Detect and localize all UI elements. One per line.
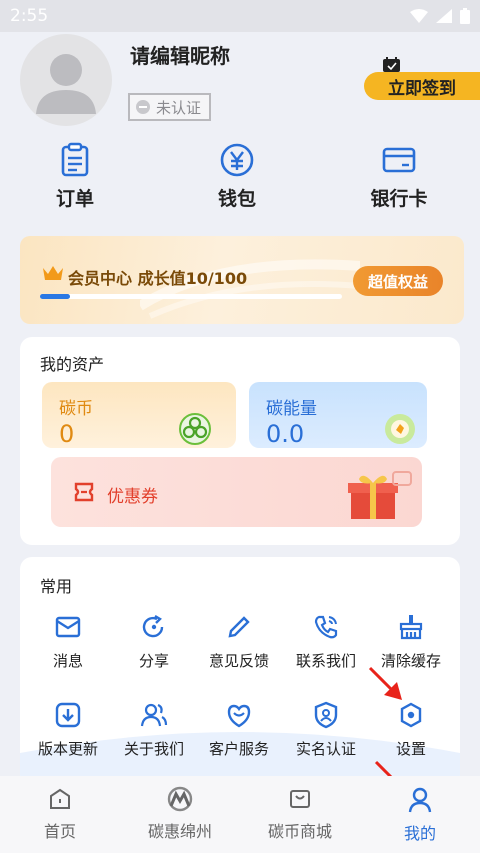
signin-button[interactable]: 立即签到 [364, 72, 480, 100]
calendar-check-icon [383, 57, 400, 72]
tab-home-label: 首页 [43, 822, 76, 841]
default-avatar-icon [36, 54, 96, 114]
clipboard-icon [61, 142, 89, 177]
contact-us-label: 联系我们 [295, 652, 356, 670]
status-bar: 2:55 [0, 0, 480, 32]
clear-cache-button[interactable]: 清除缓存 [367, 613, 455, 671]
about-us-button[interactable]: 关于我们 [110, 701, 198, 759]
real-name-auth-label: 实名认证 [295, 740, 356, 758]
mail-icon [55, 616, 81, 638]
version-update-label: 版本更新 [37, 740, 98, 758]
feedback-label: 意见反馈 [208, 652, 269, 670]
phone-icon [314, 615, 338, 639]
member-growth-text: 会员中心 成长值10/100 [68, 269, 248, 288]
coupon-icon [74, 482, 94, 502]
crown-icon [43, 266, 63, 280]
annotation-arrow-settings [368, 666, 402, 700]
coupon-box[interactable]: 优惠券 [51, 457, 422, 527]
unverified-icon [136, 100, 150, 114]
carbon-coin-value: 0 [59, 420, 75, 448]
status-time: 2:55 [10, 6, 49, 26]
avatar[interactable] [20, 34, 112, 126]
broom-icon [399, 615, 423, 640]
version-update-button[interactable]: 版本更新 [24, 701, 112, 759]
coupon-label: 优惠券 [107, 487, 158, 507]
feedback-button[interactable]: 意见反馈 [195, 613, 283, 671]
customer-service-label: 客户服务 [208, 740, 269, 758]
share-icon [142, 614, 164, 638]
wifi-icon [410, 9, 428, 23]
nickname[interactable]: 请编辑昵称 [130, 40, 230, 69]
carbon-coin-icon [179, 413, 211, 445]
about-us-label: 关于我们 [123, 740, 184, 758]
yen-coin-icon [220, 143, 254, 177]
settings-label: 设置 [395, 740, 426, 758]
customer-service-button[interactable]: 客户服务 [195, 701, 283, 759]
growth-progress-fill [40, 294, 71, 299]
tab-tanhui-mianzhou-label: 碳惠绵州 [147, 822, 212, 841]
carbon-energy-value: 0.0 [266, 420, 305, 448]
member-center-card[interactable]: 会员中心 成长值10/100 超值权益 [20, 236, 464, 324]
gift-box-icon [348, 471, 412, 519]
logo-m-icon [167, 786, 193, 812]
shop-bag-icon [290, 790, 310, 808]
id-shield-icon [314, 701, 338, 729]
wallet-button[interactable]: 钱包 [187, 142, 287, 211]
my-assets-card: 我的资产 碳币 0 碳能量 0.0 优惠券 [20, 337, 460, 545]
carbon-coin-label: 碳币 [59, 399, 93, 419]
share-button[interactable]: 分享 [110, 613, 198, 671]
heart-shield-icon [227, 704, 251, 728]
orders-label: 订单 [55, 188, 94, 210]
contact-us-button[interactable]: 联系我们 [282, 613, 370, 671]
tab-mine-label: 我的 [403, 824, 436, 843]
bank-card-icon [382, 147, 416, 173]
assets-title: 我的资产 [40, 355, 105, 374]
messages-button[interactable]: 消息 [24, 613, 112, 671]
settings-button[interactable]: 设置 [367, 701, 455, 759]
messages-label: 消息 [52, 652, 83, 670]
verify-status-badge[interactable]: 未认证 [128, 93, 212, 121]
bank-card-label: 银行卡 [370, 188, 428, 210]
carbon-energy-box[interactable]: 碳能量 0.0 [249, 382, 427, 448]
common-title: 常用 [40, 577, 73, 596]
bottom-tab-bar: 首页 碳惠绵州 碳币商城 我的 [0, 776, 480, 853]
person-icon [408, 787, 432, 813]
share-label: 分享 [138, 652, 169, 670]
quick-actions: 订单 钱包 银行卡 [0, 142, 480, 220]
verify-status-label: 未认证 [156, 98, 202, 117]
wallet-label: 钱包 [217, 188, 256, 210]
tab-mine[interactable]: 我的 [370, 786, 470, 844]
carbon-coin-box[interactable]: 碳币 0 [42, 382, 236, 448]
users-icon [140, 703, 168, 727]
growth-progress-bar [40, 294, 342, 299]
tab-home[interactable]: 首页 [10, 786, 110, 842]
tab-coin-mall-label: 碳币商城 [267, 822, 332, 841]
download-icon [55, 702, 81, 728]
tab-coin-mall[interactable]: 碳币商城 [250, 786, 350, 842]
edit-icon [228, 616, 250, 638]
tab-tanhui-mianzhou[interactable]: 碳惠绵州 [130, 786, 230, 842]
real-name-auth-button[interactable]: 实名认证 [282, 701, 370, 759]
signal-icon [436, 9, 452, 23]
home-icon [50, 788, 70, 809]
orders-button[interactable]: 订单 [25, 142, 125, 211]
member-benefits-button[interactable]: 超值权益 [353, 266, 443, 296]
settings-icon [400, 702, 422, 728]
carbon-energy-label: 碳能量 [266, 399, 317, 419]
battery-icon [460, 8, 470, 24]
bank-card-button[interactable]: 银行卡 [349, 142, 449, 211]
carbon-energy-icon [385, 414, 415, 444]
